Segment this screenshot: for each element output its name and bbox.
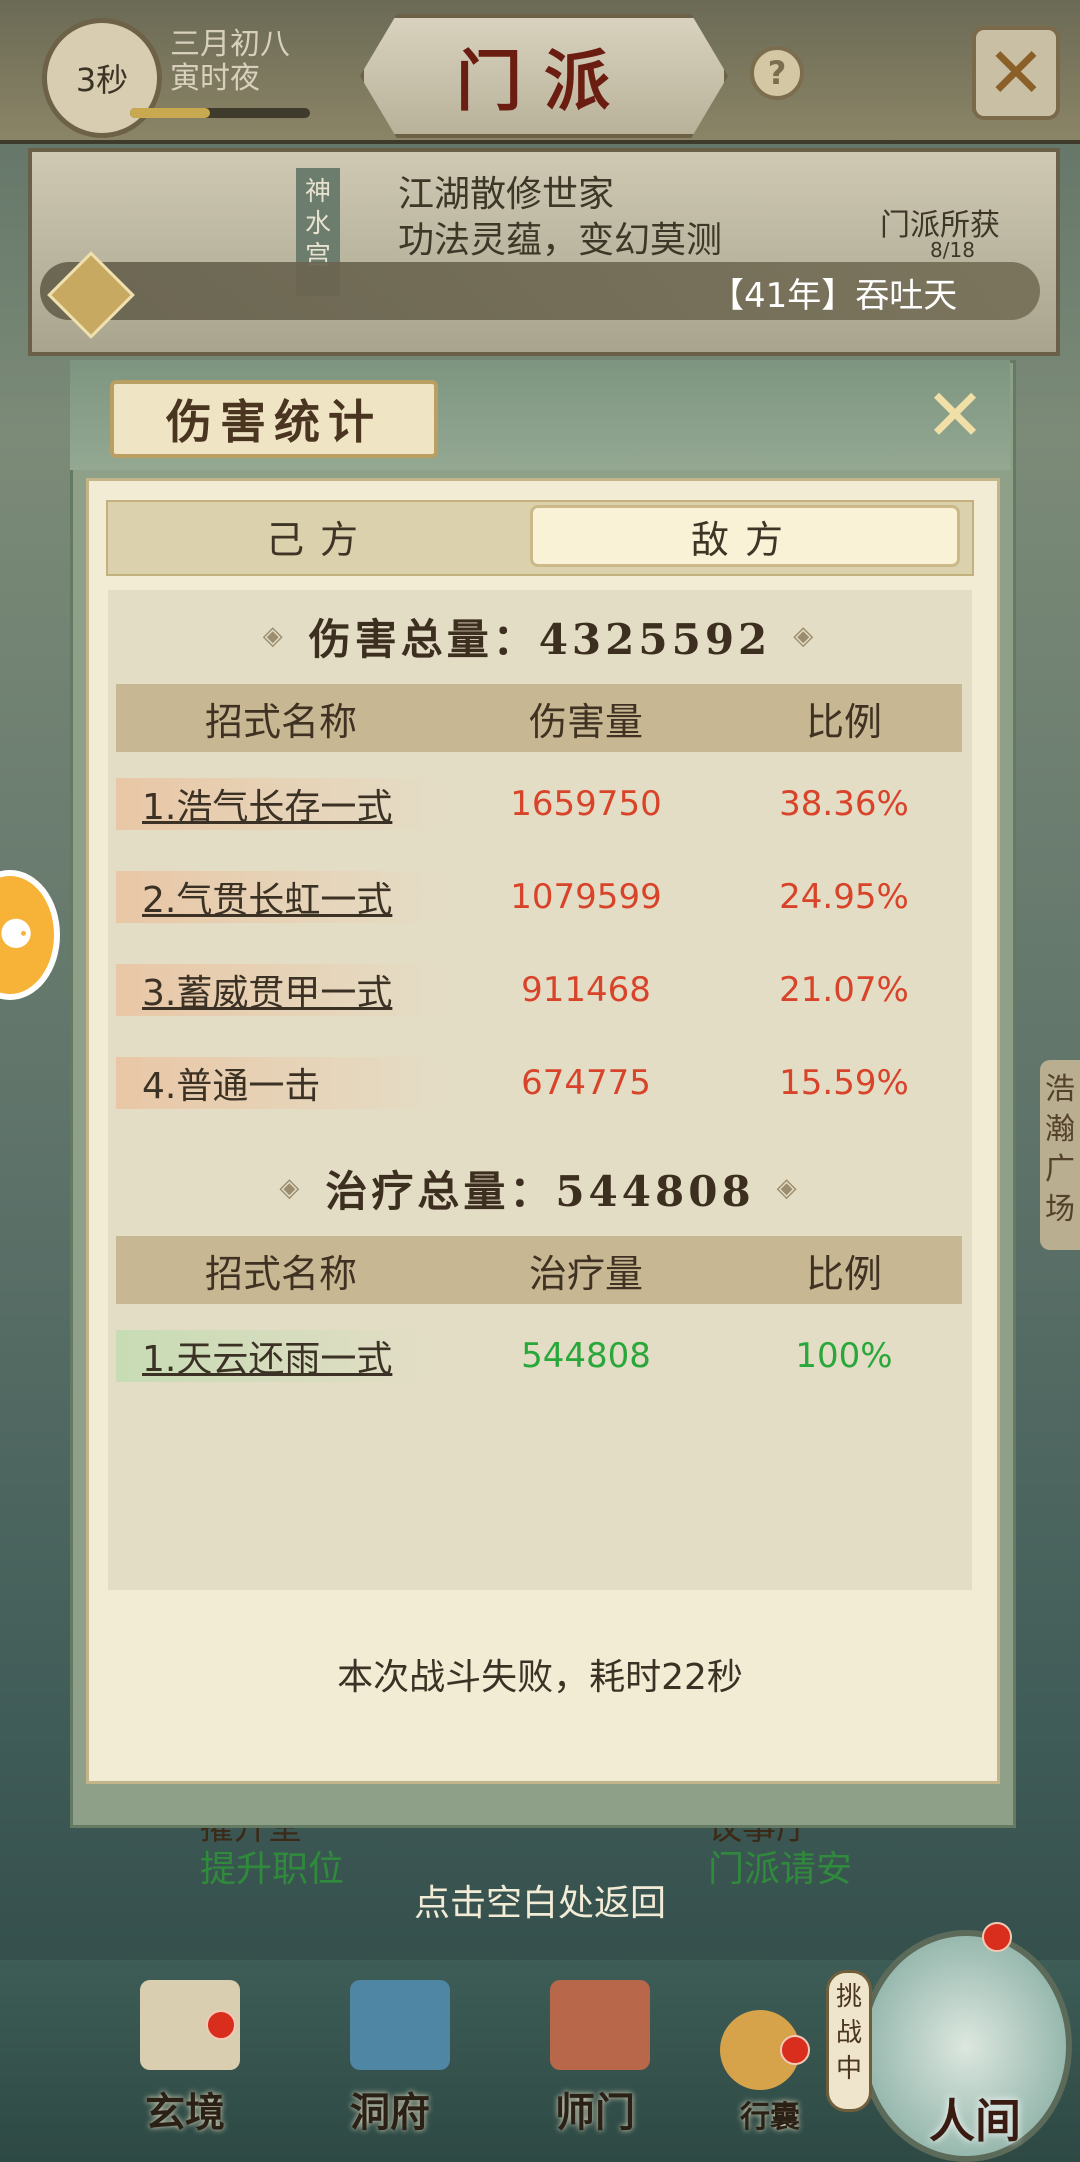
nav-xingnang[interactable]: 行囊	[700, 2092, 840, 2136]
timer-badge: 3秒	[42, 18, 162, 138]
diamond-icon: ◈	[776, 1173, 801, 1203]
damage-ratio: 38.36%	[779, 784, 909, 824]
col-damage: 伤害量	[528, 699, 643, 744]
gamepad-icon: ⚈	[0, 912, 34, 958]
nav-dongfu[interactable]: 洞府	[320, 2080, 460, 2138]
damage-value: 1659750	[510, 784, 662, 824]
move-name-link[interactable]: 2.气贯长虹一式	[116, 871, 446, 923]
damage-total-heading: ◈ 伤害总量：4325592 ◈	[108, 596, 972, 676]
pavilion-icon	[350, 1980, 450, 2070]
damage-row: 3.蓄威贯甲一式 911468 21.07%	[116, 948, 962, 1032]
diamond-icon: ◈	[793, 621, 818, 651]
damage-value: 1079599	[510, 877, 662, 917]
notification-dot	[780, 2035, 810, 2065]
col-ratio: 比例	[805, 699, 882, 744]
tap-to-return-hint: 点击空白处返回	[413, 1883, 666, 1924]
damage-ratio: 24.95%	[779, 877, 909, 917]
col-ratio: 比例	[805, 1251, 882, 1296]
move-name: 4.普通一击	[116, 1057, 446, 1109]
nav-shimen[interactable]: 师门	[525, 2080, 665, 2138]
heal-row: 1.天云还雨一式 544808 100%	[116, 1314, 962, 1398]
move-name-link[interactable]: 1.浩气长存一式	[116, 778, 446, 830]
damage-column-headers: 招式名称 伤害量 比例	[116, 684, 962, 752]
date-line1: 三月初八	[170, 27, 290, 62]
sect-desc-line1: 江湖散修世家	[398, 174, 615, 215]
time-progress-fill	[130, 108, 210, 118]
diamond-icon: ◈	[262, 621, 287, 651]
damage-row: 1.浩气长存一式 1659750 38.36%	[116, 762, 962, 846]
heal-total-text: 治疗总量：544808	[325, 1166, 755, 1216]
ticker-text: 【41年】吞吐天	[710, 276, 958, 316]
col-move-name: 招式名称	[204, 1251, 357, 1296]
close-page-button[interactable]: ✕	[972, 26, 1060, 120]
heal-ratio: 100%	[795, 1336, 893, 1376]
modal-title: 伤害统计	[110, 380, 438, 458]
nav-xuanjing[interactable]: 玄境	[115, 2080, 255, 2138]
lunar-date: 三月初八 寅时夜	[170, 28, 290, 96]
sect-description: 江湖散修世家 功法灵蕴，变幻莫测	[398, 172, 722, 264]
damage-value: 911468	[521, 970, 651, 1010]
modal-close-icon[interactable]: ✕	[920, 379, 990, 451]
tab-own-side[interactable]: 己方	[110, 505, 530, 567]
notification-dot	[206, 2010, 236, 2040]
side-location-badge[interactable]: 浩瀚广场	[1040, 1060, 1080, 1250]
damage-ratio: 15.59%	[779, 1063, 909, 1103]
heal-column-headers: 招式名称 治疗量 比例	[116, 1236, 962, 1304]
heal-value: 544808	[521, 1336, 651, 1376]
damage-total-text: 伤害总量：4325592	[308, 614, 772, 664]
col-heal: 治疗量	[528, 1251, 643, 1296]
nav-renjian[interactable]: 人间	[900, 2085, 1050, 2151]
page-title: 门派	[360, 14, 728, 138]
damage-value: 674775	[521, 1063, 651, 1103]
notification-dot	[982, 1922, 1012, 1952]
damage-row: 2.气贯长虹一式 1079599 24.95%	[116, 855, 962, 939]
tab-enemy-side[interactable]: 敌方	[530, 505, 960, 567]
damage-ratio: 21.07%	[779, 970, 909, 1010]
sect-gain-count: 8/18	[930, 238, 975, 262]
battle-result-text: 本次战斗失败，耗时22秒	[337, 1657, 743, 1698]
help-icon[interactable]: ?	[750, 46, 804, 100]
banner-icon	[550, 1980, 650, 2070]
challenge-status-badge: 挑战中	[826, 1970, 872, 2112]
col-move-name: 招式名称	[204, 699, 357, 744]
time-progress-bar	[130, 108, 310, 118]
sect-desc-line2: 功法灵蕴，变幻莫测	[398, 220, 723, 261]
move-name-link[interactable]: 3.蓄威贯甲一式	[116, 964, 446, 1016]
diamond-icon: ◈	[279, 1173, 304, 1203]
move-name-link[interactable]: 1.天云还雨一式	[116, 1330, 446, 1382]
heal-total-heading: ◈ 治疗总量：544808 ◈	[108, 1148, 972, 1228]
damage-row: 4.普通一击 674775 15.59%	[116, 1041, 962, 1125]
date-line2: 寅时夜	[170, 61, 260, 96]
